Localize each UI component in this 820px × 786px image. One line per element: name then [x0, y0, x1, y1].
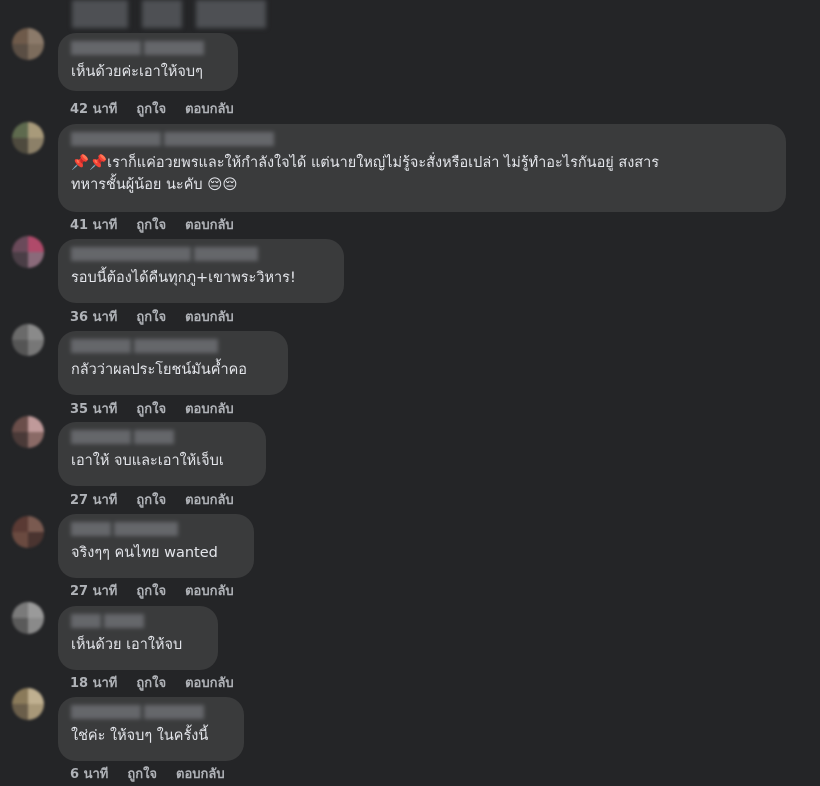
avatar[interactable] [12, 602, 44, 634]
comment-thread: เห็นด้วยค่ะเอาให้จบๆ 42 นาที ถูกใจ ตอบกลับ 📌… [0, 0, 820, 786]
comment-text: จริงๆๆ คนไทย wanted [71, 545, 218, 561]
avatar[interactable] [12, 688, 44, 720]
comment-text: กลัวว่าผลประโยชน์มันค้ำคอ [71, 362, 248, 378]
comment-text: ใช่ค่ะ ให้จบๆ ในครั้งนี้ [71, 728, 209, 744]
reply-button[interactable]: ตอบกลับ [185, 98, 234, 119]
comment-actions: 41 นาที ถูกใจ ตอบกลับ [70, 214, 234, 235]
comment-actions: 27 นาที ถูกใจ ตอบกลับ [70, 580, 234, 601]
comment-bubble: 📌📌เราก็แค่อวยพรและให้กำลังใจได้ แต่นายให… [58, 124, 786, 212]
commenter-name-blurred[interactable] [71, 430, 254, 444]
comment-bubble: เห็นด้วยค่ะเอาให้จบๆ [58, 33, 238, 91]
commenter-name-blurred[interactable] [71, 339, 276, 353]
reply-button[interactable]: ตอบกลับ [185, 214, 234, 235]
comment-bubble: จริงๆๆ คนไทย wanted [58, 514, 254, 578]
comment-actions: 18 นาที ถูกใจ ตอบกลับ [70, 672, 234, 693]
commenter-name-blurred[interactable] [71, 614, 206, 628]
commenter-name-blurred[interactable] [71, 41, 226, 55]
comment-text: เอาให้ จบและเอาให้เจ็บเ [71, 453, 224, 469]
reply-button[interactable]: ตอบกลับ [185, 306, 234, 327]
like-button[interactable]: ถูกใจ [136, 672, 166, 693]
comment-timestamp[interactable]: 18 นาที [70, 672, 117, 693]
comment-actions: 35 นาที ถูกใจ ตอบกลับ [70, 398, 234, 419]
comment-timestamp[interactable]: 6 นาที [70, 763, 108, 784]
like-button[interactable]: ถูกใจ [136, 398, 166, 419]
comment-actions: 36 นาที ถูกใจ ตอบกลับ [70, 306, 234, 327]
comment-timestamp[interactable]: 35 นาที [70, 398, 117, 419]
reply-button[interactable]: ตอบกลับ [176, 763, 225, 784]
avatar[interactable] [12, 516, 44, 548]
reply-button[interactable]: ตอบกลับ [185, 672, 234, 693]
commenter-name-blurred[interactable] [71, 132, 774, 146]
reply-button[interactable]: ตอบกลับ [185, 489, 234, 510]
comment-text: รอบนี้ต้องได้คืนทุกภู+เขาพระวิหาร! [71, 270, 296, 286]
comment-bubble: เห็นด้วย เอาให้จบ [58, 606, 218, 670]
comment-bubble: เอาให้ จบและเอาให้เจ็บเ [58, 422, 266, 486]
comment-text: เห็นด้วยค่ะเอาให้จบๆ [71, 64, 203, 80]
comment-actions: 42 นาที ถูกใจ ตอบกลับ [70, 98, 234, 119]
like-button[interactable]: ถูกใจ [136, 489, 166, 510]
comment-bubble: กลัวว่าผลประโยชน์มันค้ำคอ [58, 331, 288, 395]
avatar[interactable] [12, 324, 44, 356]
like-button[interactable]: ถูกใจ [136, 580, 166, 601]
comment-timestamp[interactable]: 42 นาที [70, 98, 117, 119]
comment-timestamp[interactable]: 41 นาที [70, 214, 117, 235]
comment-text: 📌📌เราก็แค่อวยพรและให้กำลังใจได้ แต่นายให… [71, 155, 660, 193]
like-button[interactable]: ถูกใจ [136, 98, 166, 119]
avatar[interactable] [12, 28, 44, 60]
comment-bubble: รอบนี้ต้องได้คืนทุกภู+เขาพระวิหาร! [58, 239, 344, 303]
comment-text: เห็นด้วย เอาให้จบ [71, 637, 183, 653]
reply-button[interactable]: ตอบกลับ [185, 398, 234, 419]
comment-actions: 6 นาที ถูกใจ ตอบกลับ [70, 763, 225, 784]
avatar[interactable] [12, 122, 44, 154]
avatar[interactable] [12, 416, 44, 448]
reply-button[interactable]: ตอบกลับ [185, 580, 234, 601]
like-button[interactable]: ถูกใจ [136, 306, 166, 327]
comment-actions: 27 นาที ถูกใจ ตอบกลับ [70, 489, 234, 510]
comment-bubble: ใช่ค่ะ ให้จบๆ ในครั้งนี้ [58, 697, 244, 761]
commenter-name-blurred[interactable] [71, 705, 232, 719]
comment-timestamp[interactable]: 36 นาที [70, 306, 117, 327]
commenter-name-blurred[interactable] [71, 522, 242, 536]
blurred-previous-content [72, 0, 266, 28]
like-button[interactable]: ถูกใจ [136, 214, 166, 235]
comment-timestamp[interactable]: 27 นาที [70, 580, 117, 601]
avatar[interactable] [12, 236, 44, 268]
commenter-name-blurred[interactable] [71, 247, 332, 261]
like-button[interactable]: ถูกใจ [127, 763, 157, 784]
comment-timestamp[interactable]: 27 นาที [70, 489, 117, 510]
